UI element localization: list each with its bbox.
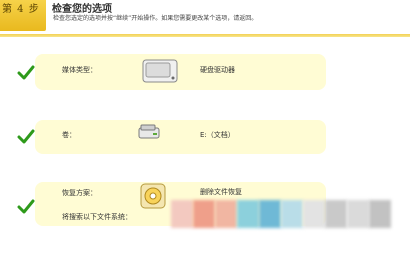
recovery-label: 恢复方案： xyxy=(62,189,97,197)
step-label: 第 4 步 xyxy=(2,4,40,15)
checkmark-icon xyxy=(17,129,35,144)
watermark-block xyxy=(193,200,215,228)
volume-value: E:（文档） xyxy=(200,131,235,139)
checkmark-icon xyxy=(17,199,35,214)
wizard-header: 第 4 步 检查您的选项 检查您选定的选项并按“继续”开始操作。如果您需要更改某… xyxy=(0,0,410,33)
step-indicator: 第 4 步 xyxy=(0,0,46,31)
watermark-block xyxy=(281,200,303,228)
checkmark-icon xyxy=(17,65,35,80)
drive-volume-icon xyxy=(138,124,160,139)
watermark-block xyxy=(325,200,347,228)
header-divider xyxy=(0,34,410,37)
volume-label: 卷： xyxy=(62,131,76,139)
watermark-block xyxy=(369,200,391,228)
watermark-block xyxy=(259,200,281,228)
recovery-value: 删除文件恢复 xyxy=(200,188,242,196)
media-type-value: 硬盘驱动器 xyxy=(200,66,235,74)
watermark-block xyxy=(215,200,237,228)
watermark-block xyxy=(303,200,325,228)
file-system-label: 将搜索以下文件系统： xyxy=(62,213,132,221)
page-subtitle: 检查您选定的选项并按“继续”开始操作。如果您需要更改某个选项，请返回。 xyxy=(53,15,258,22)
watermark-block xyxy=(171,200,193,228)
recovery-icon xyxy=(140,183,166,209)
summary-card-volume xyxy=(35,120,326,154)
watermark-block xyxy=(347,200,369,228)
media-type-label: 媒体类型： xyxy=(62,66,97,74)
watermark-block xyxy=(237,200,259,228)
hard-drive-icon xyxy=(142,59,178,83)
